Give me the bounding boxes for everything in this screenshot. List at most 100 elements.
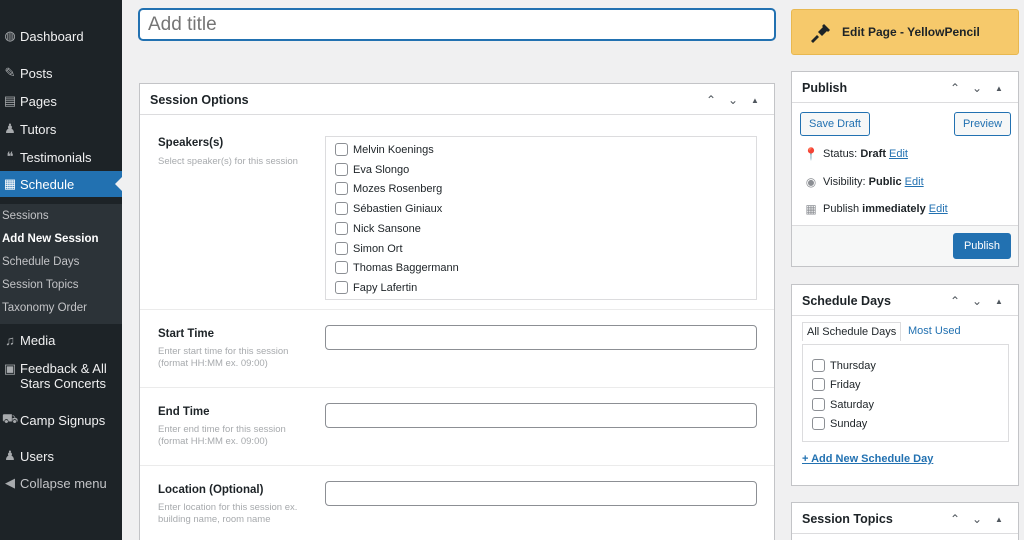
move-down-icon[interactable]: ⌄ [966, 78, 988, 98]
move-up-icon[interactable]: ⌃ [944, 291, 966, 311]
move-up-icon[interactable]: ⌃ [944, 509, 966, 529]
checkbox[interactable] [335, 202, 348, 215]
menu-posts[interactable]: ✎ Posts [0, 60, 122, 86]
speaker-checkbox[interactable]: Eva Slongo [335, 163, 409, 176]
speaker-checkbox[interactable]: Sébastien Giniaux [335, 202, 442, 215]
speaker-checkbox[interactable]: Mozes Rosenberg [335, 182, 442, 195]
schedule-submenu: Sessions Add New Session Schedule Days S… [0, 204, 122, 324]
cart-icon: ⛟ [1, 411, 19, 426]
edit-visibility-link[interactable]: Edit [905, 176, 924, 188]
speaker-checkbox[interactable]: Thomas Baggermann [335, 261, 459, 274]
submenu-schedule-days[interactable]: Schedule Days [2, 256, 79, 268]
tab-all-schedule-days[interactable]: All Schedule Days [802, 322, 902, 341]
title-input[interactable] [139, 9, 775, 40]
speaker-checkbox[interactable]: Simon Ort [335, 242, 403, 255]
start-time-label: Start Time [158, 328, 215, 340]
menu-label: Posts [20, 65, 53, 81]
menu-media[interactable]: ♫ Media [0, 327, 122, 353]
start-time-input[interactable] [325, 325, 757, 350]
publish-button[interactable]: Publish [953, 233, 1011, 259]
collapse-icon: ◀ [5, 475, 15, 490]
checkbox[interactable] [335, 261, 348, 274]
speaker-checkbox[interactable]: Nick Sansone [335, 222, 421, 235]
checkbox[interactable] [335, 242, 348, 255]
day-checkbox[interactable]: Saturday [812, 398, 874, 411]
checkbox[interactable] [812, 417, 825, 430]
submenu-sessions[interactable]: Sessions [2, 210, 49, 222]
schedule-days-list: Thursday Friday Saturday Sunday [802, 344, 1009, 442]
checkbox[interactable] [335, 182, 348, 195]
move-up-icon[interactable]: ⌃ [944, 78, 966, 98]
publish-metabox: Publish ⌃ ⌄ ▲ Save Draft Preview 📍 Statu… [791, 71, 1019, 267]
speaker-name: Melvin Koenings [353, 143, 434, 156]
menu-users[interactable]: ♟ Users [0, 443, 122, 469]
menu-collapse[interactable]: ◀ Collapse menu [0, 470, 122, 496]
metabox-header: Schedule Days ⌃ ⌄ ▲ [792, 285, 1018, 316]
checkbox[interactable] [812, 378, 825, 391]
checkbox[interactable] [335, 222, 348, 235]
move-down-icon[interactable]: ⌄ [966, 509, 988, 529]
checkbox[interactable] [812, 398, 825, 411]
day-checkbox[interactable]: Thursday [812, 359, 876, 372]
submenu-taxonomy-order[interactable]: Taxonomy Order [2, 302, 87, 314]
quote-icon: ❝ [6, 149, 14, 164]
speaker-name: Sébastien Giniaux [353, 202, 443, 215]
eye-icon: ◉ [805, 175, 817, 189]
menu-tutors[interactable]: ♟ Tutors [0, 116, 122, 142]
speaker-checkbox[interactable]: Melvin Koenings [335, 143, 434, 156]
move-down-icon[interactable]: ⌄ [966, 291, 988, 311]
visibility-value: Public [868, 176, 902, 188]
publish-date-line: ▦ Publish immediately Edit [802, 202, 948, 216]
tab-most-used[interactable]: Most Used [908, 325, 961, 337]
checkbox[interactable] [812, 359, 825, 372]
speaker-checkbox[interactable]: Fapy Lafertin [335, 281, 417, 294]
speaker-name: Eva Slongo [353, 163, 410, 176]
toggle-panel-icon[interactable]: ▲ [988, 509, 1010, 529]
end-time-input[interactable] [325, 403, 757, 428]
move-up-icon[interactable]: ⌃ [700, 90, 722, 110]
menu-label: Schedule [20, 176, 75, 192]
move-down-icon[interactable]: ⌄ [722, 90, 744, 110]
menu-label: Collapse menu [20, 475, 107, 491]
toggle-panel-icon[interactable]: ▲ [988, 291, 1010, 311]
location-input[interactable] [325, 481, 757, 506]
calendar-icon: ▦ [3, 176, 17, 191]
menu-schedule[interactable]: ▦ Schedule [0, 171, 122, 197]
submenu-session-topics[interactable]: Session Topics [2, 279, 79, 291]
menu-testimonials[interactable]: ❝ Testimonials [0, 144, 122, 170]
yellowpencil-label: Edit Page - YellowPencil [842, 25, 980, 39]
speaker-name: Nick Sansone [353, 222, 421, 235]
pages-icon: ▤ [3, 93, 17, 108]
dashboard-icon: ◍ [4, 28, 16, 43]
preview-button[interactable]: Preview [954, 112, 1011, 136]
end-time-desc: Enter end time for this session (format … [158, 424, 286, 447]
pin-icon: 📍 [803, 147, 819, 161]
menu-label: Users [20, 448, 54, 464]
start-time-row: Start Time Enter start time for this ses… [140, 309, 774, 387]
checkbox[interactable] [335, 143, 348, 156]
submenu-add-new-session[interactable]: Add New Session [2, 233, 99, 245]
checkbox[interactable] [335, 163, 348, 176]
metabox-header: Session Topics ⌃ ⌄ ▲ [792, 503, 1018, 534]
menu-dashboard[interactable]: ◍ Dashboard [0, 23, 122, 49]
day-checkbox[interactable]: Sunday [812, 417, 867, 430]
edit-publish-date-link[interactable]: Edit [929, 203, 948, 215]
day-label: Sunday [830, 417, 868, 430]
menu-camp-signups[interactable]: ⛟ Camp Signups [0, 407, 122, 433]
tutors-icon: ♟ [4, 121, 16, 136]
toggle-panel-icon[interactable]: ▲ [744, 90, 766, 110]
edit-status-link[interactable]: Edit [889, 148, 908, 160]
metabox-header: Session Options ⌃ ⌄ ▲ [140, 84, 774, 115]
menu-pages[interactable]: ▤ Pages [0, 88, 122, 114]
menu-label: Testimonials [20, 149, 92, 165]
session-topics-metabox: Session Topics ⌃ ⌄ ▲ [791, 502, 1019, 540]
checkbox[interactable] [335, 281, 348, 294]
save-draft-button[interactable]: Save Draft [800, 112, 870, 136]
add-schedule-day-link[interactable]: + Add New Schedule Day [802, 453, 933, 465]
speaker-name: Thomas Baggermann [353, 261, 459, 274]
day-checkbox[interactable]: Friday [812, 378, 861, 391]
day-label: Saturday [830, 398, 875, 411]
yellowpencil-button[interactable]: Edit Page - YellowPencil [791, 9, 1019, 55]
menu-label: Media [20, 332, 56, 348]
toggle-panel-icon[interactable]: ▲ [988, 78, 1010, 98]
